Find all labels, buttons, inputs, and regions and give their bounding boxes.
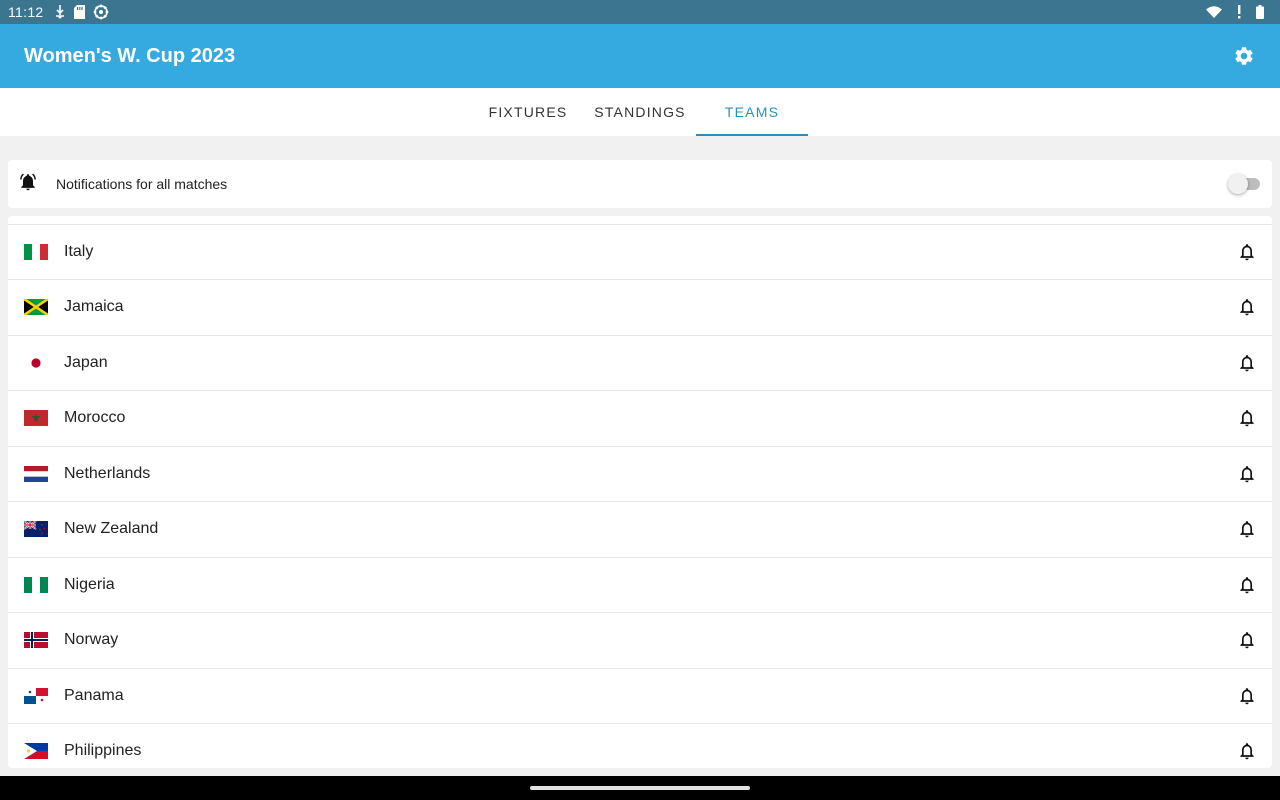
status-bar: 11:12 [0, 0, 1280, 24]
bell-outline-icon [1240, 632, 1254, 649]
nigeria-flag-icon [24, 577, 48, 593]
new-zealand-flag-icon [24, 521, 48, 537]
team-row[interactable]: Japan [8, 335, 1272, 390]
team-name: Panama [64, 687, 124, 704]
navigation-bar [0, 776, 1280, 800]
team-name: Netherlands [64, 465, 151, 482]
bell-outline-icon [1240, 688, 1254, 705]
philippines-flag-icon [24, 743, 48, 759]
team-row[interactable]: Nigeria [8, 557, 1272, 612]
bell-ringing-icon [18, 172, 38, 197]
sd-card-icon [73, 5, 85, 19]
italy-flag-icon [24, 244, 48, 260]
team-notification-button[interactable] [1235, 684, 1259, 708]
bell-outline-icon [1240, 299, 1254, 316]
team-row[interactable]: Jamaica [8, 279, 1272, 334]
no-sim-icon [1236, 5, 1242, 19]
team-name: New Zealand [64, 520, 159, 537]
team-row[interactable]: Norway [8, 612, 1272, 667]
team-notification-button[interactable] [1235, 295, 1259, 319]
norway-flag-icon [24, 632, 48, 648]
usb-debug-icon [54, 5, 66, 19]
team-row[interactable]: Philippines [8, 723, 1272, 768]
team-name: Nigeria [64, 576, 115, 593]
team-notification-button[interactable] [1235, 517, 1259, 541]
bell-outline-icon [1240, 466, 1254, 483]
bell-outline-icon [1240, 355, 1254, 372]
jamaica-flag-icon [24, 299, 48, 315]
bell-outline-icon [1240, 577, 1254, 594]
team-row[interactable]: Morocco [8, 390, 1272, 445]
team-row[interactable]: Panama [8, 668, 1272, 723]
settings-notification-icon [93, 4, 109, 20]
notifications-toggle[interactable] [1228, 174, 1262, 194]
bell-outline-icon [1240, 410, 1254, 427]
team-notification-button[interactable] [1235, 351, 1259, 375]
team-name: Norway [64, 631, 119, 648]
tab-standings[interactable]: STANDINGS [584, 88, 696, 136]
tab-teams[interactable]: TEAMS [696, 88, 808, 136]
team-notification-button[interactable] [1235, 406, 1259, 430]
team-list: Italy Jamaica Japan Morocco Netherlands … [8, 216, 1272, 768]
gear-icon [1235, 47, 1253, 65]
notifications-label: Notifications for all matches [56, 176, 228, 192]
tab-fixtures[interactable]: FIXTURES [472, 88, 584, 136]
team-name: Philippines [64, 742, 142, 759]
morocco-flag-icon [24, 410, 48, 426]
team-name: Italy [64, 243, 94, 260]
team-row[interactable]: New Zealand [8, 501, 1272, 556]
team-name: Jamaica [64, 298, 124, 315]
team-notification-button[interactable] [1235, 628, 1259, 652]
battery-icon [1256, 5, 1264, 19]
team-notification-button[interactable] [1235, 739, 1259, 763]
notifications-all-card: Notifications for all matches [8, 160, 1272, 208]
team-name: Japan [64, 354, 108, 371]
team-row[interactable]: Netherlands [8, 446, 1272, 501]
app-title: Women's W. Cup 2023 [24, 44, 236, 67]
bell-outline-icon [1240, 743, 1254, 760]
app-bar: Women's W. Cup 2023 [0, 24, 1280, 88]
wifi-icon [1206, 6, 1222, 18]
team-notification-button[interactable] [1235, 240, 1259, 264]
team-notification-button[interactable] [1235, 573, 1259, 597]
toggle-thumb [1228, 174, 1248, 194]
bell-outline-icon [1240, 244, 1254, 261]
bell-outline-icon [1240, 521, 1254, 538]
tab-bar: FIXTURES STANDINGS TEAMS [0, 88, 1280, 136]
team-row[interactable]: Italy [8, 224, 1272, 279]
japan-flag-icon [24, 355, 48, 371]
panama-flag-icon [24, 688, 48, 704]
settings-button[interactable] [1232, 44, 1256, 68]
home-gesture-handle[interactable] [530, 786, 750, 790]
team-notification-button[interactable] [1235, 462, 1259, 486]
status-time: 11:12 [8, 4, 44, 20]
team-name: Morocco [64, 409, 126, 426]
netherlands-flag-icon [24, 466, 48, 482]
